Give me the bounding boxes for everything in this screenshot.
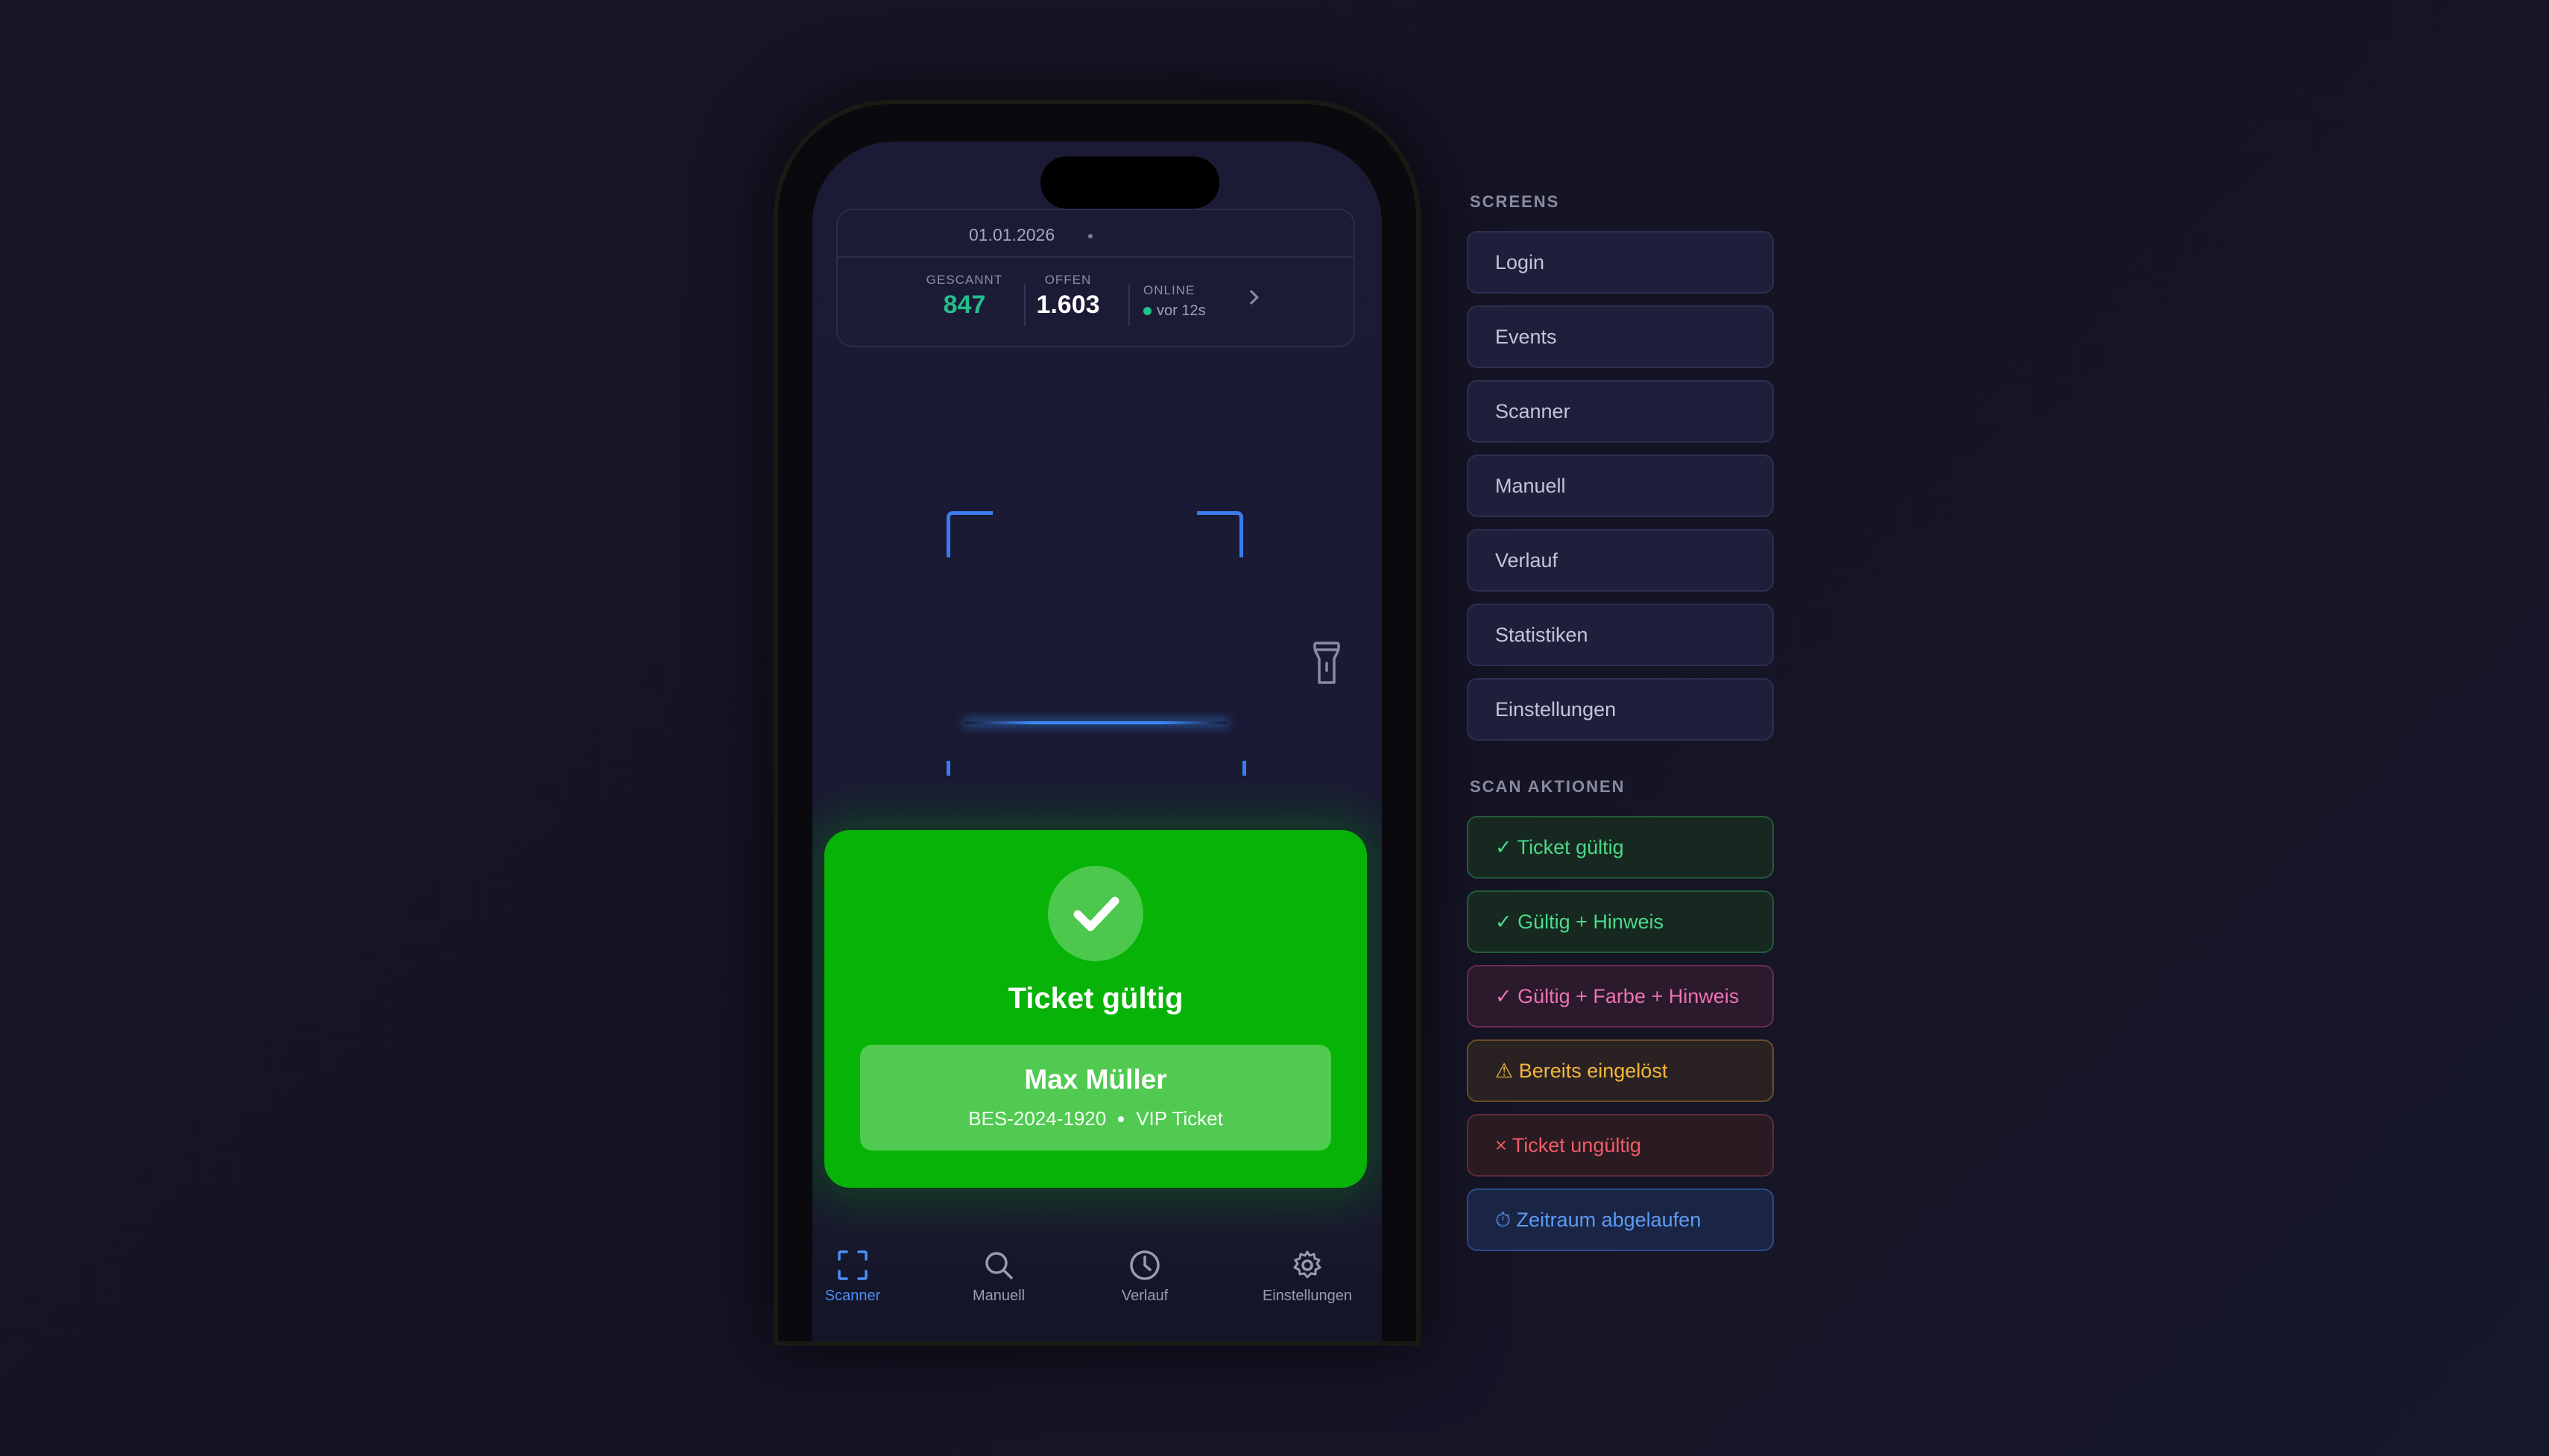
- stat-online: ONLINE vor 12s: [1143, 283, 1206, 320]
- action-period-expired-button[interactable]: ⏱ Zeitraum abgelaufen: [1467, 1188, 1774, 1251]
- scan-frame-corner: [1197, 511, 1243, 557]
- online-last-sync: vor 12s: [1157, 303, 1206, 319]
- scan-actions-section-title: SCAN AKTIONEN: [1470, 777, 1626, 796]
- screen-button-scanner[interactable]: Scanner: [1467, 380, 1774, 443]
- stat-open: OFFEN 1.603: [1027, 273, 1109, 320]
- tab-settings[interactable]: Einstellungen: [1248, 1249, 1367, 1305]
- screen-button-statistics[interactable]: Statistiken: [1467, 604, 1774, 666]
- action-valid-color-note-button[interactable]: ✓ Gültig + Farbe + Hinweis: [1467, 965, 1774, 1028]
- tab-history[interactable]: Verlauf: [1085, 1249, 1204, 1305]
- scan-frame-icon: [838, 1250, 868, 1280]
- stat-open-value: 1.603: [1036, 291, 1100, 319]
- stat-divider: [1128, 285, 1130, 326]
- meta-separator-dot: [1118, 1115, 1125, 1122]
- date-separator-dot: [1088, 234, 1093, 238]
- scan-result-card[interactable]: Ticket gültig Max Müller BES-2024-1920 V…: [824, 830, 1367, 1188]
- screen-button-history[interactable]: Verlauf: [1467, 529, 1774, 592]
- screens-section-title: SCREENS: [1470, 192, 1560, 211]
- scan-frame-corner: [947, 761, 951, 776]
- scan-line: [966, 721, 1227, 724]
- stat-divider: [1024, 285, 1026, 326]
- screen-button-login[interactable]: Login: [1467, 231, 1774, 294]
- clock-icon: [1130, 1250, 1160, 1280]
- tab-label: Einstellungen: [1262, 1288, 1353, 1304]
- ticket-meta: BES-2024-1920 VIP Ticket: [860, 1107, 1331, 1130]
- chevron-right-icon[interactable]: [1244, 290, 1259, 305]
- phone-screen: 01.01.2026 GESCANNT 847 OFFEN 1.603 ONLI…: [812, 142, 1382, 1341]
- bottom-tab-bar: Scanner Manuell Verlauf Einstellungen: [812, 1249, 1382, 1341]
- stat-scanned-label: GESCANNT: [926, 273, 1003, 287]
- search-icon: [985, 1252, 1013, 1279]
- tab-manual[interactable]: Manuell: [939, 1249, 1058, 1305]
- event-date: 01.01.2026: [969, 225, 1055, 244]
- stat-scanned-value: 847: [943, 291, 986, 319]
- screen-button-settings[interactable]: Einstellungen: [1467, 678, 1774, 741]
- tab-label: Scanner: [824, 1288, 881, 1304]
- stat-online-label: ONLINE: [1143, 283, 1195, 297]
- tab-label: Verlauf: [1121, 1288, 1169, 1304]
- action-already-redeemed-button[interactable]: ⚠ Bereits eingelöst: [1467, 1039, 1774, 1102]
- tab-label: Manuell: [972, 1288, 1026, 1304]
- online-status-dot: [1143, 307, 1152, 315]
- result-title: Ticket gültig: [1008, 982, 1184, 1015]
- action-ticket-invalid-button[interactable]: × Ticket ungültig: [1467, 1114, 1774, 1177]
- action-ticket-valid-button[interactable]: ✓ Ticket gültig: [1467, 816, 1774, 879]
- screen-button-events[interactable]: Events: [1467, 306, 1774, 368]
- event-header-card[interactable]: 01.01.2026 GESCANNT 847 OFFEN 1.603 ONLI…: [836, 209, 1355, 347]
- tab-scanner[interactable]: Scanner: [812, 1249, 912, 1305]
- stat-open-label: OFFEN: [1044, 273, 1092, 287]
- scan-frame-corner: [947, 511, 993, 557]
- screen-button-manual[interactable]: Manuell: [1467, 455, 1774, 517]
- flashlight-icon[interactable]: [1310, 641, 1343, 686]
- ticket-holder-name: Max Müller: [1024, 1064, 1167, 1095]
- header-date-row: 01.01.2026: [838, 210, 1354, 258]
- dynamic-island: [1040, 156, 1219, 209]
- gear-icon: [1293, 1250, 1321, 1279]
- ticket-id: BES-2024-1920: [968, 1107, 1107, 1130]
- checkmark-icon: [1048, 866, 1143, 961]
- stat-scanned: GESCANNT 847: [920, 273, 1009, 320]
- scan-frame-corner: [1242, 761, 1246, 776]
- ticket-info-box: Max Müller BES-2024-1920 VIP Ticket: [860, 1045, 1331, 1150]
- phone-frame: 01.01.2026 GESCANNT 847 OFFEN 1.603 ONLI…: [778, 104, 1416, 1341]
- action-valid-with-note-button[interactable]: ✓ Gültig + Hinweis: [1467, 890, 1774, 953]
- ticket-type: VIP Ticket: [1136, 1107, 1223, 1130]
